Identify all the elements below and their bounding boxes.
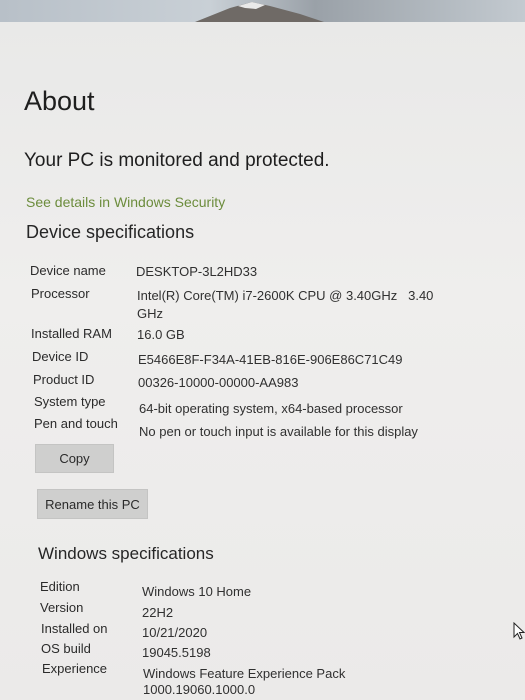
spec-value: 19045.5198 <box>142 645 211 660</box>
device-specifications-heading: Device specifications <box>26 222 195 242</box>
spec-label: System type <box>34 394 106 409</box>
spec-label: Installed RAM <box>31 326 112 341</box>
spec-value: 64-bit operating system, x64-based proce… <box>139 401 403 416</box>
mouse-pointer-icon <box>513 622 525 640</box>
spec-value: No pen or touch input is available for t… <box>139 424 418 439</box>
spec-label: Pen and touch <box>34 416 118 431</box>
spec-value: Windows Feature Experience Pack <box>143 666 346 681</box>
page-title: About <box>24 86 95 116</box>
spec-label: Installed on <box>41 621 108 636</box>
spec-value: 10/21/2020 <box>142 625 208 640</box>
spec-label: Processor <box>31 286 90 301</box>
spec-value: 00326-10000-00000-AA983 <box>138 375 299 390</box>
spec-value: 16.0 GB <box>137 327 185 342</box>
copy-button[interactable]: Copy <box>35 444 114 473</box>
spec-value-continued: GHz <box>137 306 163 321</box>
mountain-graphic <box>190 2 330 24</box>
protection-status-heading: Your PC is monitored and protected. <box>24 150 330 171</box>
spec-label: Product ID <box>33 372 95 387</box>
spec-label: Device name <box>30 263 106 278</box>
spec-value: DESKTOP-3L2HD33 <box>136 264 258 279</box>
spec-value-continued: 1000.19060.1000.0 <box>143 682 256 697</box>
spec-label: Version <box>40 600 84 615</box>
spec-value: Windows 10 Home <box>142 584 252 599</box>
desktop-wallpaper-strip <box>0 0 525 24</box>
spec-label: Experience <box>42 661 108 676</box>
settings-window: About Your PC is monitored and protected… <box>0 22 525 700</box>
spec-value: E5466E8F-F34A-41EB-816E-906E86C71C49 <box>138 352 403 367</box>
windows-specifications-heading: Windows specifications <box>38 544 214 563</box>
rename-pc-button[interactable]: Rename this PC <box>37 489 148 519</box>
spec-value: Intel(R) Core(TM) i7-2600K CPU @ 3.40GHz… <box>137 288 434 303</box>
spec-label: Edition <box>40 579 80 594</box>
spec-value: 22H2 <box>142 605 174 620</box>
spec-label: OS build <box>41 641 91 656</box>
windows-security-link[interactable]: See details in Windows Security <box>26 194 225 210</box>
spec-label: Device ID <box>32 349 89 364</box>
